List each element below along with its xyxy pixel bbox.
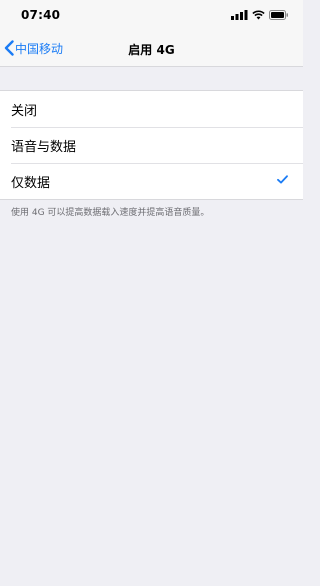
- enable-4g-options: 关闭 语音与数据 仅数据: [0, 90, 303, 200]
- navigation-bar: 中国移动 启用 4G: [0, 30, 303, 67]
- option-off[interactable]: 关闭: [0, 91, 303, 127]
- status-time: 07:40: [21, 8, 61, 22]
- status-bar: 07:40: [0, 0, 303, 30]
- footer-note: 使用 4G 可以提高数据载入速度并提高语音质量。: [11, 208, 210, 218]
- option-data-only[interactable]: 仅数据: [0, 163, 303, 199]
- option-label: 仅数据: [11, 175, 51, 191]
- option-label: 关闭: [11, 103, 38, 119]
- option-label: 语音与数据: [11, 139, 77, 155]
- status-icons: [231, 9, 289, 21]
- battery-icon: [269, 10, 289, 20]
- page-title: 启用 4G: [128, 43, 175, 57]
- cellular-signal-icon: [231, 10, 248, 20]
- checkmark-icon: [277, 175, 288, 184]
- option-voice-and-data[interactable]: 语音与数据: [0, 127, 303, 163]
- wifi-icon: [252, 10, 265, 20]
